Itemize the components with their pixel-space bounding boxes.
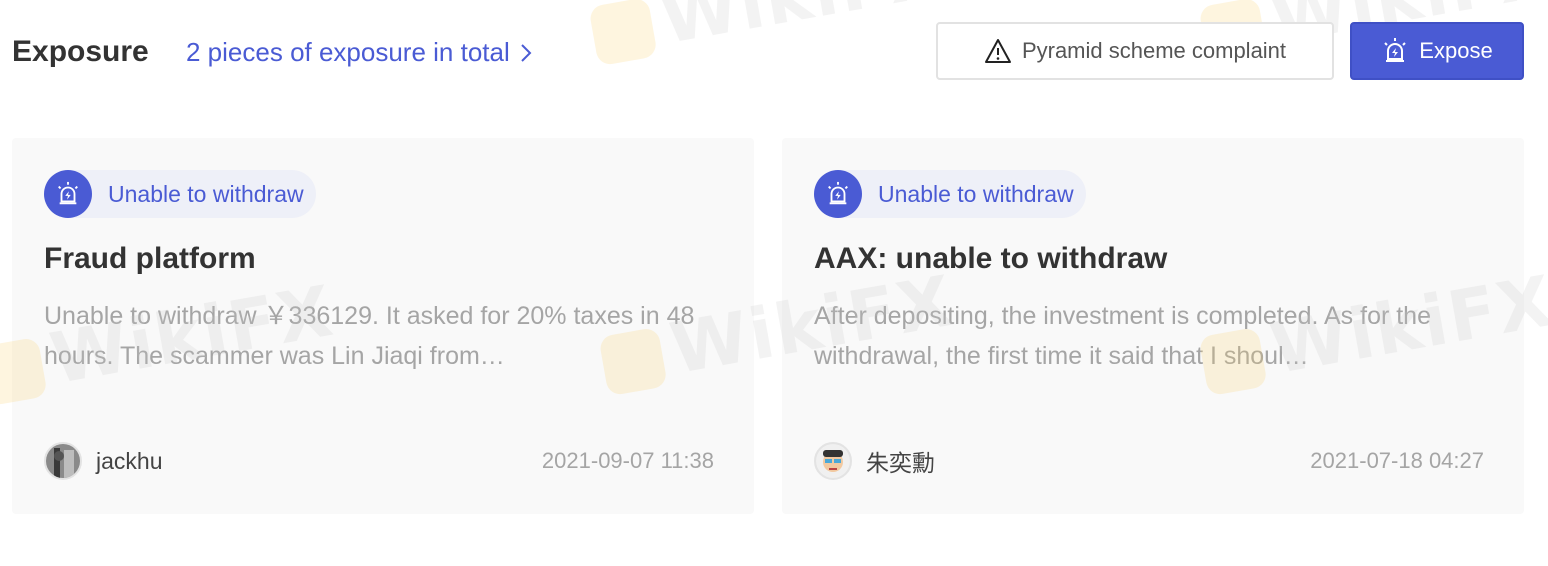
card-title: Fraud platform (44, 242, 256, 275)
chevron-right-icon (521, 43, 532, 62)
page-title: Exposure (12, 35, 149, 68)
author[interactable]: jackhu (44, 442, 162, 480)
author-name: jackhu (96, 447, 163, 474)
exposure-card[interactable]: Unable to withdraw Fraud platform Unable… (12, 138, 754, 514)
alarm-lightning-icon (1384, 38, 1407, 62)
exposure-total-label: 2 pieces of exposure in total (186, 37, 510, 67)
author-name: 朱奕勳 (866, 450, 935, 476)
expose-label: Expose (1419, 38, 1493, 63)
card-description: After depositing, the investment is comp… (814, 302, 1431, 370)
pyramid-complaint-label: Pyramid scheme complaint (1021, 38, 1287, 63)
warning-icon (984, 39, 1011, 63)
avatar (44, 442, 82, 480)
post-date: 2021-07-18 04:27 (1310, 448, 1484, 473)
card-description: Unable to withdraw ￥336129. It asked for… (44, 302, 695, 370)
category-tag-label: Unable to withdraw (878, 180, 1074, 207)
card-title: AAX: unable to withdraw (814, 242, 1168, 275)
exposure-card[interactable]: Unable to withdraw AAX: unable to withdr… (782, 138, 1524, 514)
category-tag-label: Unable to withdraw (108, 180, 304, 207)
exposure-total-link[interactable]: 2 pieces of exposure in total (186, 37, 532, 68)
category-tag: Unable to withdraw (814, 170, 1086, 218)
post-date: 2021-09-07 11:38 (541, 448, 714, 473)
exposure-page: WikiFX WikiFX WikiFX WikiFX WikiFX Expos… (0, 0, 1548, 566)
author[interactable]: 朱奕勳 (814, 442, 935, 480)
avatar (814, 442, 852, 480)
expose-button[interactable]: Expose (1350, 22, 1524, 80)
alarm-lightning-icon (814, 170, 862, 218)
exposure-header: Exposure 2 pieces of exposure in total P… (12, 22, 1524, 82)
alarm-lightning-icon (44, 170, 92, 218)
category-tag: Unable to withdraw (44, 170, 316, 218)
pyramid-complaint-button[interactable]: Pyramid scheme complaint (936, 22, 1334, 80)
